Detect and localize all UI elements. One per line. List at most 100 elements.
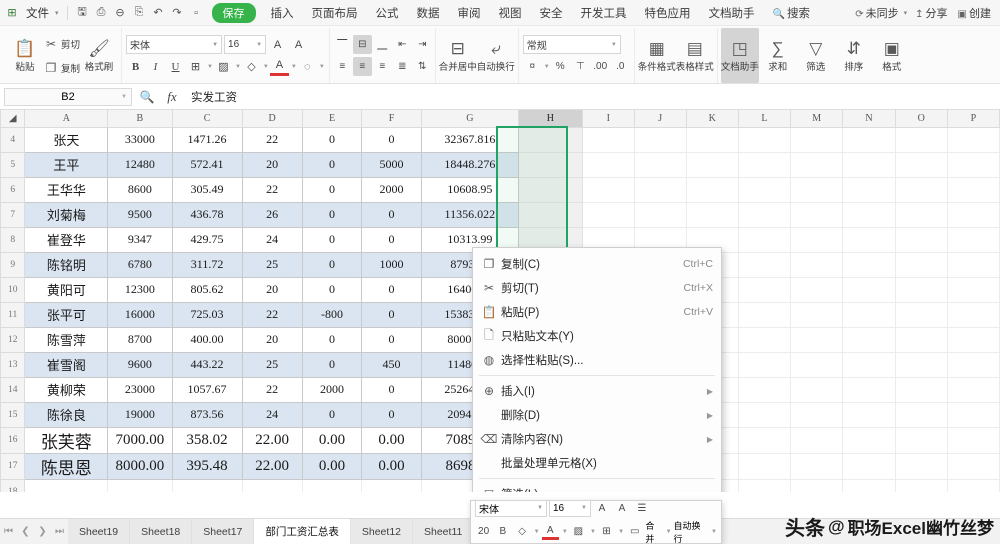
cell-D16[interactable]: 22.00: [241, 426, 303, 454]
cell-L7[interactable]: [737, 201, 791, 228]
merge-center-button[interactable]: ⊟ 合并居中: [439, 28, 477, 83]
mini-merge-center-icon[interactable]: ☰: [633, 500, 651, 517]
cell-F8[interactable]: 0: [361, 226, 422, 253]
cell-O9[interactable]: [894, 251, 948, 278]
cell-F13[interactable]: 450: [361, 351, 422, 378]
cell-D11[interactable]: 22: [241, 301, 303, 328]
cell-M13[interactable]: [789, 351, 844, 378]
fill-color-icon[interactable]: ▨: [214, 57, 233, 76]
cell-L18[interactable]: [737, 478, 791, 492]
increase-decimal-icon[interactable]: .00: [591, 57, 610, 76]
cell-A12[interactable]: 陈雪萍: [24, 326, 109, 353]
cell-I4[interactable]: [581, 126, 635, 153]
tab-insert[interactable]: 插入: [262, 5, 303, 21]
floating-mini-toolbar[interactable]: 宋体 ▼ 16 ▼ A A ☰ 20 B ◇ ▼ A ▼ ▨ ▼ ⊞ ▼ ▭ 合并 ▼ …: [470, 499, 722, 544]
row-header-16[interactable]: 16: [0, 426, 26, 454]
cell-L14[interactable]: [737, 376, 791, 403]
cell-B16[interactable]: 7000.00: [107, 426, 173, 454]
context-menu-item-5[interactable]: ⊕ 插入(I) ▶: [473, 379, 721, 403]
cell-O18[interactable]: [894, 478, 948, 492]
cell-D6[interactable]: 22: [241, 176, 303, 203]
context-menu-item-6[interactable]: 删除(D) ▶: [473, 403, 721, 427]
cell-O7[interactable]: [894, 201, 948, 228]
cell-D5[interactable]: 20: [241, 151, 303, 178]
conditional-format-button[interactable]: ▦ 条件格式: [638, 28, 676, 83]
cell-M16[interactable]: [789, 426, 844, 454]
spreadsheet-grid[interactable]: ◢ A B C D E F G H I J K L M N O P 4 张天 330…: [0, 110, 1000, 492]
tab-page-layout[interactable]: 页面布局: [303, 5, 367, 21]
cell-D18[interactable]: [241, 478, 303, 492]
chevron-down-icon[interactable]: ▼: [534, 529, 540, 535]
cell-O17[interactable]: [894, 452, 948, 480]
row-header-12[interactable]: 12: [0, 326, 26, 353]
sum-button[interactable]: ∑ 求和: [759, 28, 797, 83]
context-menu-item-3[interactable]: 🗋 只粘贴文本(Y): [473, 324, 721, 348]
tab-security[interactable]: 安全: [531, 5, 572, 21]
cell-N18[interactable]: [842, 478, 896, 492]
row-header-15[interactable]: 15: [0, 401, 26, 428]
mini-font-name-select[interactable]: 宋体 ▼: [475, 499, 547, 517]
cell-N14[interactable]: [842, 376, 896, 403]
font-color-icon[interactable]: A: [269, 57, 289, 76]
column-header-k[interactable]: K: [685, 110, 739, 128]
cell-H6[interactable]: [517, 176, 583, 203]
align-right-button[interactable]: ≡: [373, 57, 392, 76]
cell-B5[interactable]: 12480: [107, 151, 173, 178]
borders-icon[interactable]: ⊞: [186, 57, 205, 76]
cell-B4[interactable]: 33000: [107, 126, 173, 153]
cell-P13[interactable]: [946, 351, 1000, 378]
cell-E8[interactable]: 0: [301, 226, 363, 253]
cell-A18[interactable]: [24, 478, 109, 492]
cell-L15[interactable]: [737, 401, 791, 428]
tab-developer[interactable]: 开发工具: [572, 5, 636, 21]
cell-A11[interactable]: 张平可: [24, 301, 109, 328]
cell-L4[interactable]: [737, 126, 791, 153]
mini-font-size-select[interactable]: 16 ▼: [549, 499, 591, 517]
cell-D4[interactable]: 22: [241, 126, 303, 153]
tab-data[interactable]: 数据: [408, 5, 449, 21]
cell-M5[interactable]: [789, 151, 844, 178]
cell-C8[interactable]: 429.75: [171, 226, 243, 253]
row-header-9[interactable]: 9: [0, 251, 26, 278]
mini-fill-color-icon[interactable]: ▨: [570, 523, 587, 540]
context-menu-item-0[interactable]: ❐ 复制(C) Ctrl+C: [473, 252, 721, 276]
cell-E5[interactable]: 0: [301, 151, 363, 178]
mini-grow-font-button[interactable]: A: [593, 500, 611, 517]
cell-O8[interactable]: [894, 226, 948, 253]
cell-L5[interactable]: [737, 151, 791, 178]
row-header-13[interactable]: 13: [0, 351, 26, 378]
cell-P17[interactable]: [946, 452, 1000, 480]
cell-O4[interactable]: [894, 126, 948, 153]
cell-M6[interactable]: [789, 176, 844, 203]
cell-A10[interactable]: 黄阳可: [24, 276, 109, 303]
cell-E11[interactable]: -800: [301, 301, 363, 328]
cell-B8[interactable]: 9347: [107, 226, 173, 253]
chevron-down-icon[interactable]: ▼: [235, 64, 241, 70]
cell-P16[interactable]: [946, 426, 1000, 454]
context-menu-item-1[interactable]: ✂ 剪切(T) Ctrl+X: [473, 276, 721, 300]
grow-font-button[interactable]: A: [268, 35, 287, 54]
cell-D14[interactable]: 22: [241, 376, 303, 403]
cell-L13[interactable]: [737, 351, 791, 378]
cell-J4[interactable]: [633, 126, 687, 153]
cell-M14[interactable]: [789, 376, 844, 403]
insert-function-icon[interactable]: 🔍: [137, 90, 157, 104]
cell-N11[interactable]: [842, 301, 896, 328]
cell-D10[interactable]: 20: [241, 276, 303, 303]
cell-F7[interactable]: 0: [361, 201, 422, 228]
column-header-n[interactable]: N: [842, 110, 896, 128]
sheet-tab-1[interactable]: Sheet18: [130, 519, 193, 544]
chevron-down-icon[interactable]: ▼: [618, 529, 624, 535]
cell-M11[interactable]: [789, 301, 844, 328]
cell-B11[interactable]: 16000: [107, 301, 173, 328]
cell-O6[interactable]: [894, 176, 948, 203]
mini-shrink-font-button[interactable]: A: [613, 500, 631, 517]
doc-assistant-button[interactable]: ◳ 文档助手: [720, 28, 759, 83]
cell-D13[interactable]: 25: [241, 351, 303, 378]
cell-C12[interactable]: 400.00: [171, 326, 243, 353]
currency-icon[interactable]: ¤: [523, 57, 542, 76]
cell-F5[interactable]: 5000: [361, 151, 422, 178]
comma-icon[interactable]: ⊤: [571, 57, 590, 76]
cell-A13[interactable]: 崔雪阁: [24, 351, 109, 378]
column-header-f[interactable]: F: [361, 110, 422, 128]
